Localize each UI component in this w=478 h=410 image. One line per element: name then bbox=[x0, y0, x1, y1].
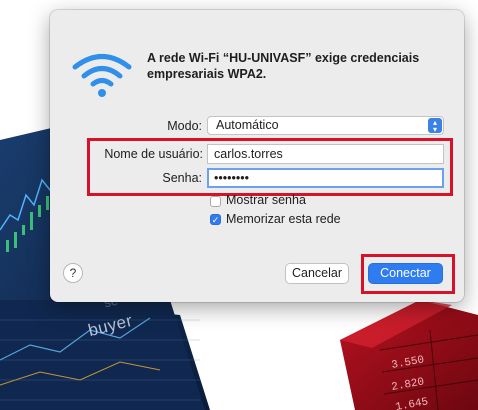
username-label: Nome de usuário: bbox=[104, 147, 203, 161]
checkmark-icon: ✓ bbox=[211, 215, 220, 225]
mode-select-value: Automático bbox=[216, 118, 279, 132]
wifi-icon bbox=[72, 54, 132, 97]
help-button[interactable]: ? bbox=[63, 263, 83, 283]
remember-network-checkbox[interactable]: ✓ bbox=[210, 214, 221, 225]
mode-select[interactable]: Automático ▴ ▾ bbox=[207, 116, 444, 135]
dialog-message: A rede Wi-Fi “HU-UNIVASF” exige credenci… bbox=[147, 51, 420, 81]
cancel-button[interactable]: Cancelar bbox=[285, 263, 349, 284]
password-field[interactable]: •••••••• bbox=[207, 168, 444, 188]
password-label: Senha: bbox=[162, 171, 202, 185]
mode-label: Modo: bbox=[167, 119, 202, 133]
remember-network-label[interactable]: Memorizar esta rede bbox=[226, 212, 341, 226]
chevron-updown-icon: ▴ ▾ bbox=[428, 118, 442, 133]
show-password-checkbox[interactable] bbox=[210, 196, 221, 207]
show-password-label[interactable]: Mostrar senha bbox=[226, 193, 306, 207]
connect-button[interactable]: Conectar bbox=[368, 263, 443, 284]
username-field[interactable]: carlos.torres bbox=[207, 144, 444, 164]
